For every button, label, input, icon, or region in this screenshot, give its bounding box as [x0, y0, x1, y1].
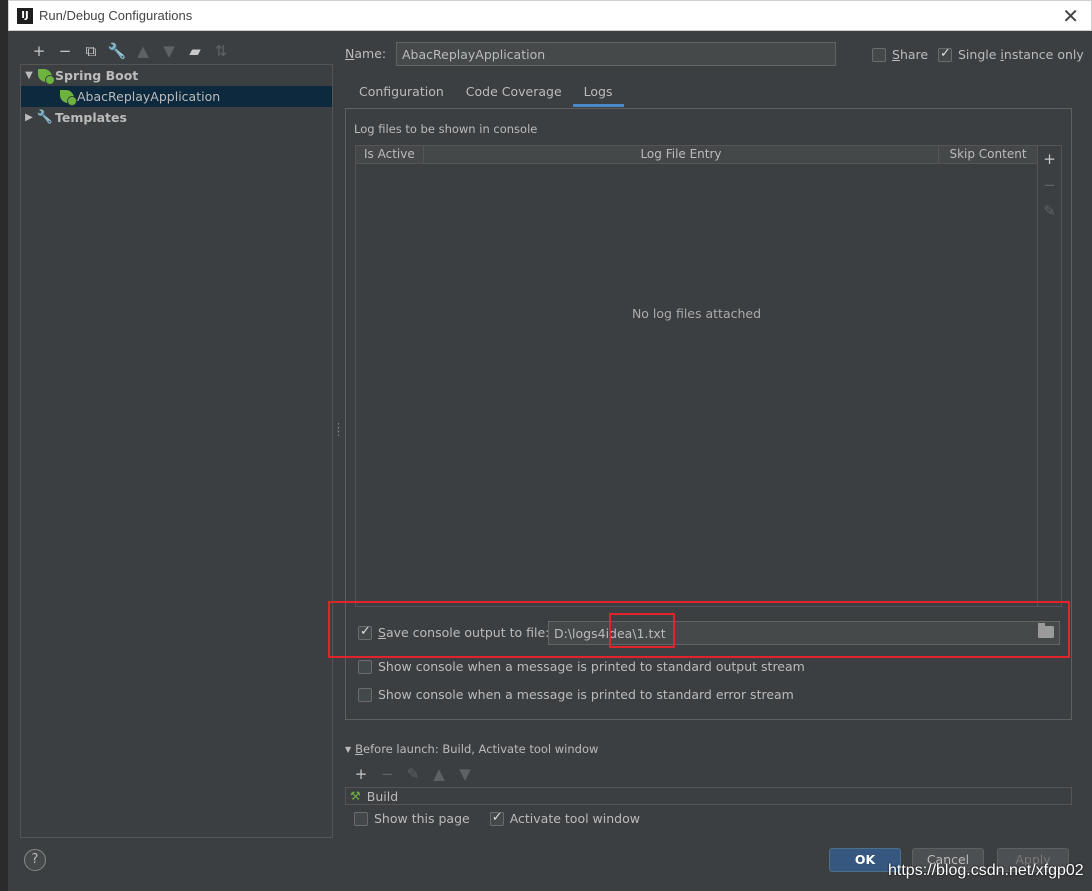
name-label: Name: — [345, 46, 387, 61]
build-label: Build — [366, 788, 399, 804]
output-file-path-input[interactable] — [548, 621, 1060, 645]
copy-icon[interactable]: ⧉ — [78, 41, 104, 61]
checkbox-box[interactable] — [354, 811, 368, 826]
close-icon[interactable]: ✕ — [1062, 4, 1079, 28]
single-instance-label: Single instance only — [958, 47, 1084, 62]
new-folder-icon[interactable]: ▰ — [182, 41, 208, 61]
sort-icon[interactable]: ⇅ — [208, 41, 234, 61]
move-down-icon[interactable]: ▼ — [156, 41, 182, 61]
wrench-icon: 🔧 — [36, 110, 54, 125]
splitter-handle[interactable]: ⋮ ⋮ — [333, 422, 344, 437]
expanded-arrow-icon[interactable]: ▼ — [21, 70, 37, 81]
tree-label: AbacReplayApplication — [77, 89, 221, 104]
activate-tool-window-checkbox[interactable]: Activate tool window — [489, 810, 640, 826]
activate-tool-window-label: Activate tool window — [509, 811, 640, 826]
tree-node-spring-boot[interactable]: ▼ Spring Boot — [21, 65, 332, 86]
config-tabs: Configuration Code Coverage Logs — [348, 80, 624, 108]
logs-panel: Log files to be shown in console Is Acti… — [345, 108, 1072, 720]
run-debug-dialog: + − ⧉ 🔧 ▲ ▼ ▰ ⇅ ▼ Spring Boot AbacReplayApplica… — [8, 31, 1092, 891]
save-console-output-checkbox[interactable]: Save console output to file: — [358, 624, 550, 640]
single-instance-checkbox-box[interactable] — [938, 46, 952, 62]
before-launch-toolbar: + − ✎ ▲ ▼ — [348, 764, 478, 784]
expanded-arrow-icon: ▼ — [345, 744, 352, 754]
remove-icon[interactable]: − — [374, 764, 400, 784]
column-skip-content[interactable]: Skip Content — [939, 146, 1037, 163]
help-icon[interactable]: ? — [24, 849, 46, 871]
tab-configuration[interactable]: Configuration — [348, 80, 455, 107]
before-launch-label: Before launch: Build, Activate tool wind… — [355, 742, 599, 756]
remove-icon[interactable]: − — [1038, 172, 1061, 198]
log-files-caption: Log files to be shown in console — [354, 122, 538, 136]
empty-state-text: No log files attached — [631, 306, 762, 321]
wrench-icon[interactable]: 🔧 — [104, 41, 130, 61]
tree-label: Spring Boot — [55, 68, 139, 83]
remove-icon[interactable]: − — [52, 41, 78, 61]
show-this-page-checkbox[interactable]: Show this page — [354, 811, 470, 826]
log-files-table[interactable]: Is Active Log File Entry Skip Content No… — [355, 145, 1038, 607]
show-this-page-label: Show this page — [374, 811, 470, 826]
move-down-icon[interactable]: ▼ — [452, 764, 478, 784]
spring-boot-icon — [37, 68, 55, 85]
title-bar: IJ Run/Debug Configurations ✕ — [8, 0, 1092, 31]
hammer-icon: ⚒ — [350, 789, 361, 803]
before-launch-item-build[interactable]: ⚒ Build — [345, 787, 1072, 805]
save-console-checkbox-box[interactable] — [358, 624, 372, 640]
table-header: Is Active Log File Entry Skip Content — [356, 146, 1037, 164]
tree-toolbar: + − ⧉ 🔧 ▲ ▼ ▰ ⇅ — [26, 41, 234, 61]
add-icon[interactable]: + — [1038, 146, 1061, 172]
window-title: Run/Debug Configurations — [39, 8, 193, 23]
edit-icon[interactable]: ✎ — [400, 764, 426, 784]
before-launch-header[interactable]: ▼ Before launch: Build, Activate tool wi… — [345, 742, 598, 756]
tree-node-abac-replay-application[interactable]: AbacReplayApplication — [21, 86, 332, 107]
before-launch-options: Show this page Activate tool window — [354, 810, 640, 826]
move-up-icon[interactable]: ▲ — [426, 764, 452, 784]
column-log-file-entry[interactable]: Log File Entry — [424, 146, 939, 163]
share-label: Share — [892, 47, 929, 62]
tree-label: Templates — [55, 110, 127, 125]
watermark-text: https://blog.csdn.net/xfgp02 — [888, 862, 1084, 879]
move-up-icon[interactable]: ▲ — [130, 41, 156, 61]
single-instance-checkbox[interactable]: Single instance only — [938, 46, 1084, 62]
save-console-label: Save console output to file: — [378, 625, 550, 640]
share-checkbox[interactable]: Share — [872, 47, 928, 62]
edit-icon[interactable]: ✎ — [1038, 198, 1061, 224]
show-console-stderr-checkbox[interactable]: Show console when a message is printed t… — [358, 687, 794, 702]
add-icon[interactable]: + — [26, 41, 52, 61]
show-console-stdout-checkbox[interactable]: Show console when a message is printed t… — [358, 659, 805, 674]
tree-node-templates[interactable]: ▶ 🔧 Templates — [21, 107, 332, 128]
show-stderr-label: Show console when a message is printed t… — [378, 687, 794, 702]
configuration-tree: ▼ Spring Boot AbacReplayApplication ▶ 🔧 … — [20, 64, 333, 838]
ide-background-strip — [0, 0, 8, 891]
checkbox-box[interactable] — [358, 659, 372, 674]
add-icon[interactable]: + — [348, 764, 374, 784]
show-stdout-label: Show console when a message is printed t… — [378, 659, 805, 674]
collapsed-arrow-icon[interactable]: ▶ — [21, 112, 37, 123]
checkbox-box[interactable] — [489, 810, 504, 826]
spring-boot-icon — [59, 89, 77, 106]
log-table-toolbar: + − ✎ — [1038, 145, 1062, 607]
intellij-icon: IJ — [17, 8, 33, 24]
name-input[interactable] — [396, 42, 836, 66]
column-is-active[interactable]: Is Active — [356, 146, 424, 163]
checkbox-box[interactable] — [358, 687, 372, 702]
folder-icon[interactable] — [1038, 623, 1054, 638]
tab-code-coverage[interactable]: Code Coverage — [455, 80, 573, 107]
tab-logs[interactable]: Logs — [572, 80, 624, 107]
share-checkbox-box[interactable] — [872, 47, 886, 62]
